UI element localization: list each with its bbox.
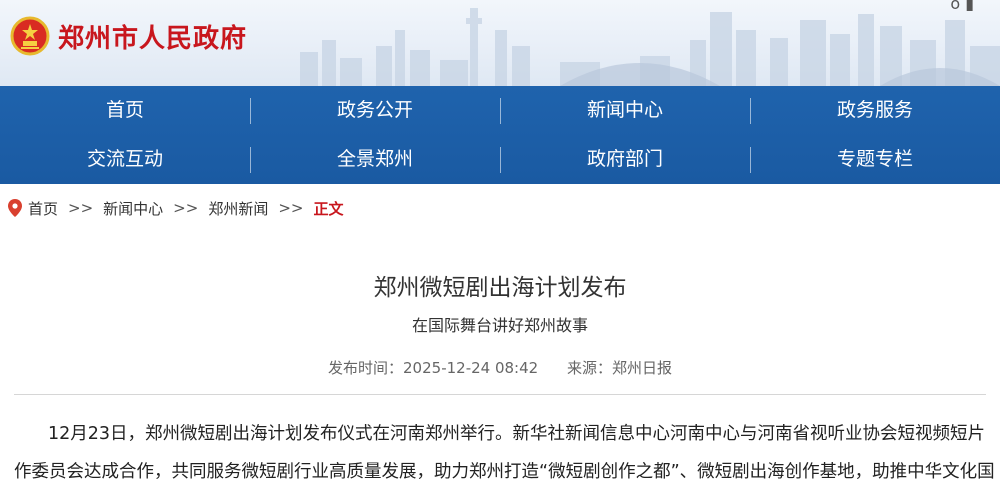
site-logo[interactable]: 郑州市人民政府 [10, 12, 247, 60]
article-source: 来源：郑州日报 [566, 359, 672, 377]
breadcrumb-zhengzhou-news[interactable]: 郑州新闻 [208, 198, 268, 219]
nav-interaction[interactable]: 交流互动 [0, 135, 250, 184]
article-body: 12月23日，郑州微短剧出海计划发布仪式在河南郑州举行。新华社新闻信息中心河南中… [0, 415, 1000, 492]
article-divider [14, 394, 986, 395]
nav-government-affairs-open[interactable]: 政务公开 [250, 86, 500, 135]
national-emblem-icon [10, 16, 50, 56]
article-subtitle: 在国际舞台讲好郑州故事 [411, 316, 588, 335]
breadcrumb: 首页 >> 新闻中心 >> 郑州新闻 >> 正文 [0, 184, 1000, 232]
nav-special-topics[interactable]: 专题专栏 [750, 135, 1000, 184]
nav-home[interactable]: 首页 [0, 86, 250, 135]
publish-time: 发布时间：2025-12-24 08:42 [328, 359, 539, 377]
nav-government-services[interactable]: 政务服务 [750, 86, 1000, 135]
paragraph-line: 作委员会达成合作，共同服务微短剧行业高质量发展，助力郑州打造“微短剧创作之都”、… [14, 462, 995, 482]
nav-row-1: 首页 政务公开 新闻中心 政务服务 [0, 86, 1000, 135]
site-name: 郑州市人民政府 [58, 23, 248, 54]
breadcrumb-separator: >> [68, 199, 94, 217]
paragraph-line: 12月23日，郑州微短剧出海计划发布仪式在河南郑州举行。新华社新闻信息中心河南中… [48, 424, 986, 444]
breadcrumb-news-center[interactable]: 新闻中心 [103, 198, 163, 219]
article-title: 郑州微短剧出海计划发布 [373, 275, 627, 301]
breadcrumb-separator: >> [278, 199, 304, 217]
nav-row-2: 交流互动 全景郑州 政府部门 专题专栏 [0, 135, 1000, 184]
breadcrumb-current: 正文 [313, 199, 344, 218]
header-partial-text: o ▮ [950, 0, 974, 13]
main-navigation: 首页 政务公开 新闻中心 政务服务 交流互动 全景郑州 政府部门 专题专栏 [0, 86, 1000, 184]
article-meta: 发布时间：2025-12-24 08:42 来源：郑州日报 [0, 357, 1000, 378]
location-pin-icon [8, 199, 22, 217]
site-header: 郑州市人民政府 o ▮ [0, 0, 1000, 86]
breadcrumb-home[interactable]: 首页 [28, 198, 58, 219]
nav-news-center[interactable]: 新闻中心 [500, 86, 750, 135]
nav-government-departments[interactable]: 政府部门 [500, 135, 750, 184]
nav-panorama-zhengzhou[interactable]: 全景郑州 [250, 135, 500, 184]
breadcrumb-separator: >> [173, 199, 199, 217]
